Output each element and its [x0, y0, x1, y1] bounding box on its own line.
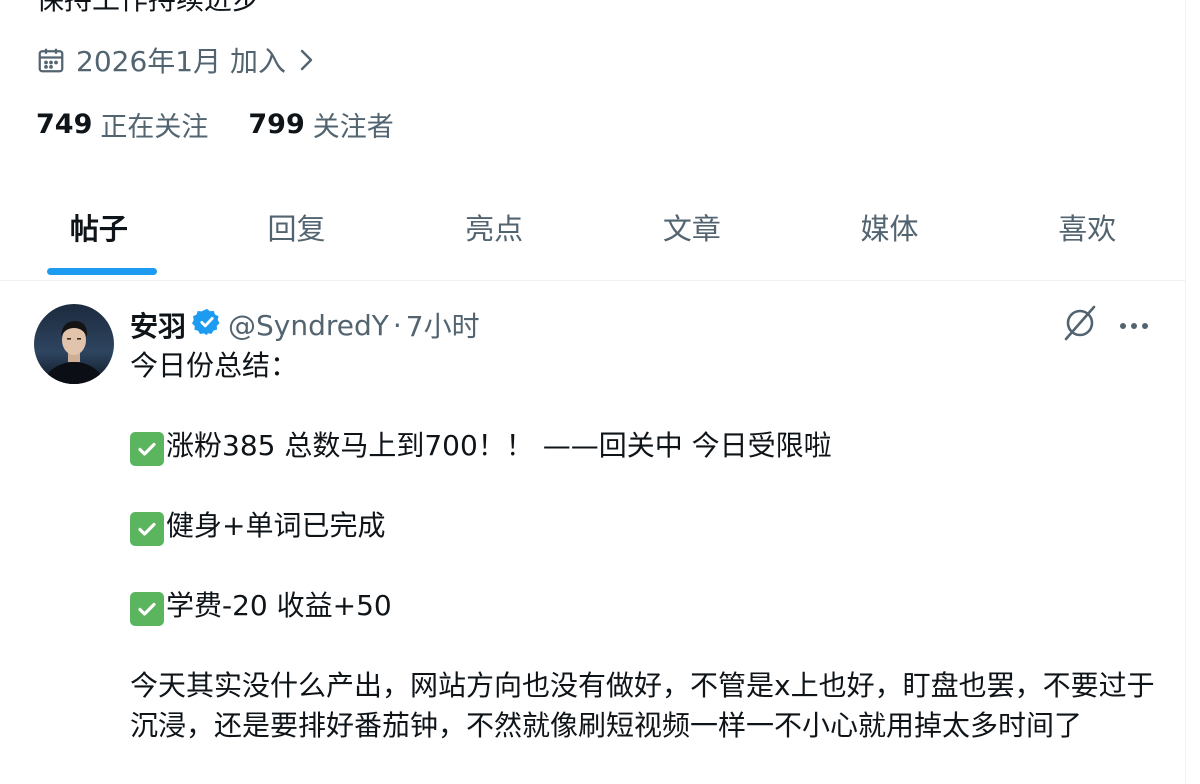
- post-item-text: 涨粉385 总数马上到700！！ ——回关中 今日受限啦: [166, 429, 832, 462]
- tab-highlights[interactable]: 亮点: [395, 190, 593, 280]
- calendar-icon: [36, 45, 66, 75]
- tab-media[interactable]: 媒体: [791, 190, 989, 280]
- post-paragraph: 今天其实没什么产出，网站方向也没有做好，不管是x上也好，盯盘也罢，不要过于沉浸，…: [130, 669, 1155, 742]
- verified-badge-icon: [192, 307, 222, 344]
- post-line-item: 学费-20 收益+50: [130, 586, 1160, 626]
- active-tab-indicator: [47, 268, 157, 275]
- tab-articles[interactable]: 文章: [593, 190, 791, 280]
- chevron-right-icon: [296, 47, 316, 73]
- following-count: 749: [36, 108, 93, 140]
- column-divider: [1185, 0, 1186, 784]
- more-button[interactable]: [1112, 308, 1156, 342]
- profile-bio: 保持工作持续进步: [36, 0, 260, 18]
- post-header: 安羽 @SyndredY · 7小时: [130, 304, 480, 346]
- followers-link[interactable]: 799 关注者: [248, 105, 393, 144]
- joined-text: 2026年1月 加入: [76, 45, 286, 78]
- post-time[interactable]: 7小时: [406, 305, 480, 345]
- more-horizontal-icon: [1118, 316, 1150, 335]
- post-line-intro: 今日份总结：: [130, 349, 299, 382]
- following-link[interactable]: 749 正在关注: [36, 105, 208, 144]
- following-label: 正在关注: [100, 111, 209, 143]
- check-mark-icon: [130, 432, 164, 466]
- followers-count: 799: [248, 108, 305, 140]
- author-name[interactable]: 安羽: [130, 305, 186, 345]
- tab-replies[interactable]: 回复: [198, 190, 396, 280]
- author-handle[interactable]: @SyndredY: [228, 309, 389, 342]
- post-line-item: 健身+单词已完成: [130, 506, 1160, 546]
- post-item-text: 健身+单词已完成: [166, 509, 386, 542]
- post-line-item: 涨粉385 总数马上到700！！ ——回关中 今日受限啦: [130, 426, 1160, 466]
- follow-stats: 749 正在关注 799 关注者: [36, 104, 394, 144]
- grok-icon: [1060, 303, 1100, 347]
- joined-date[interactable]: 2026年1月 加入: [36, 40, 316, 80]
- grok-button[interactable]: [1058, 305, 1102, 345]
- meta-separator: ·: [392, 308, 402, 342]
- followers-label: 关注者: [312, 111, 394, 143]
- check-mark-icon: [130, 512, 164, 546]
- tab-posts[interactable]: 帖子: [0, 190, 198, 280]
- post-text: 今日份总结： 涨粉385 总数马上到700！！ ——回关中 今日受限啦 健身+单…: [130, 346, 1160, 746]
- profile-tabs: 帖子 回复 亮点 文章 媒体 喜欢: [0, 190, 1186, 281]
- avatar[interactable]: [34, 304, 114, 384]
- check-mark-icon: [130, 592, 164, 626]
- tab-likes[interactable]: 喜欢: [988, 190, 1186, 280]
- post-item-text: 学费-20 收益+50: [166, 589, 392, 622]
